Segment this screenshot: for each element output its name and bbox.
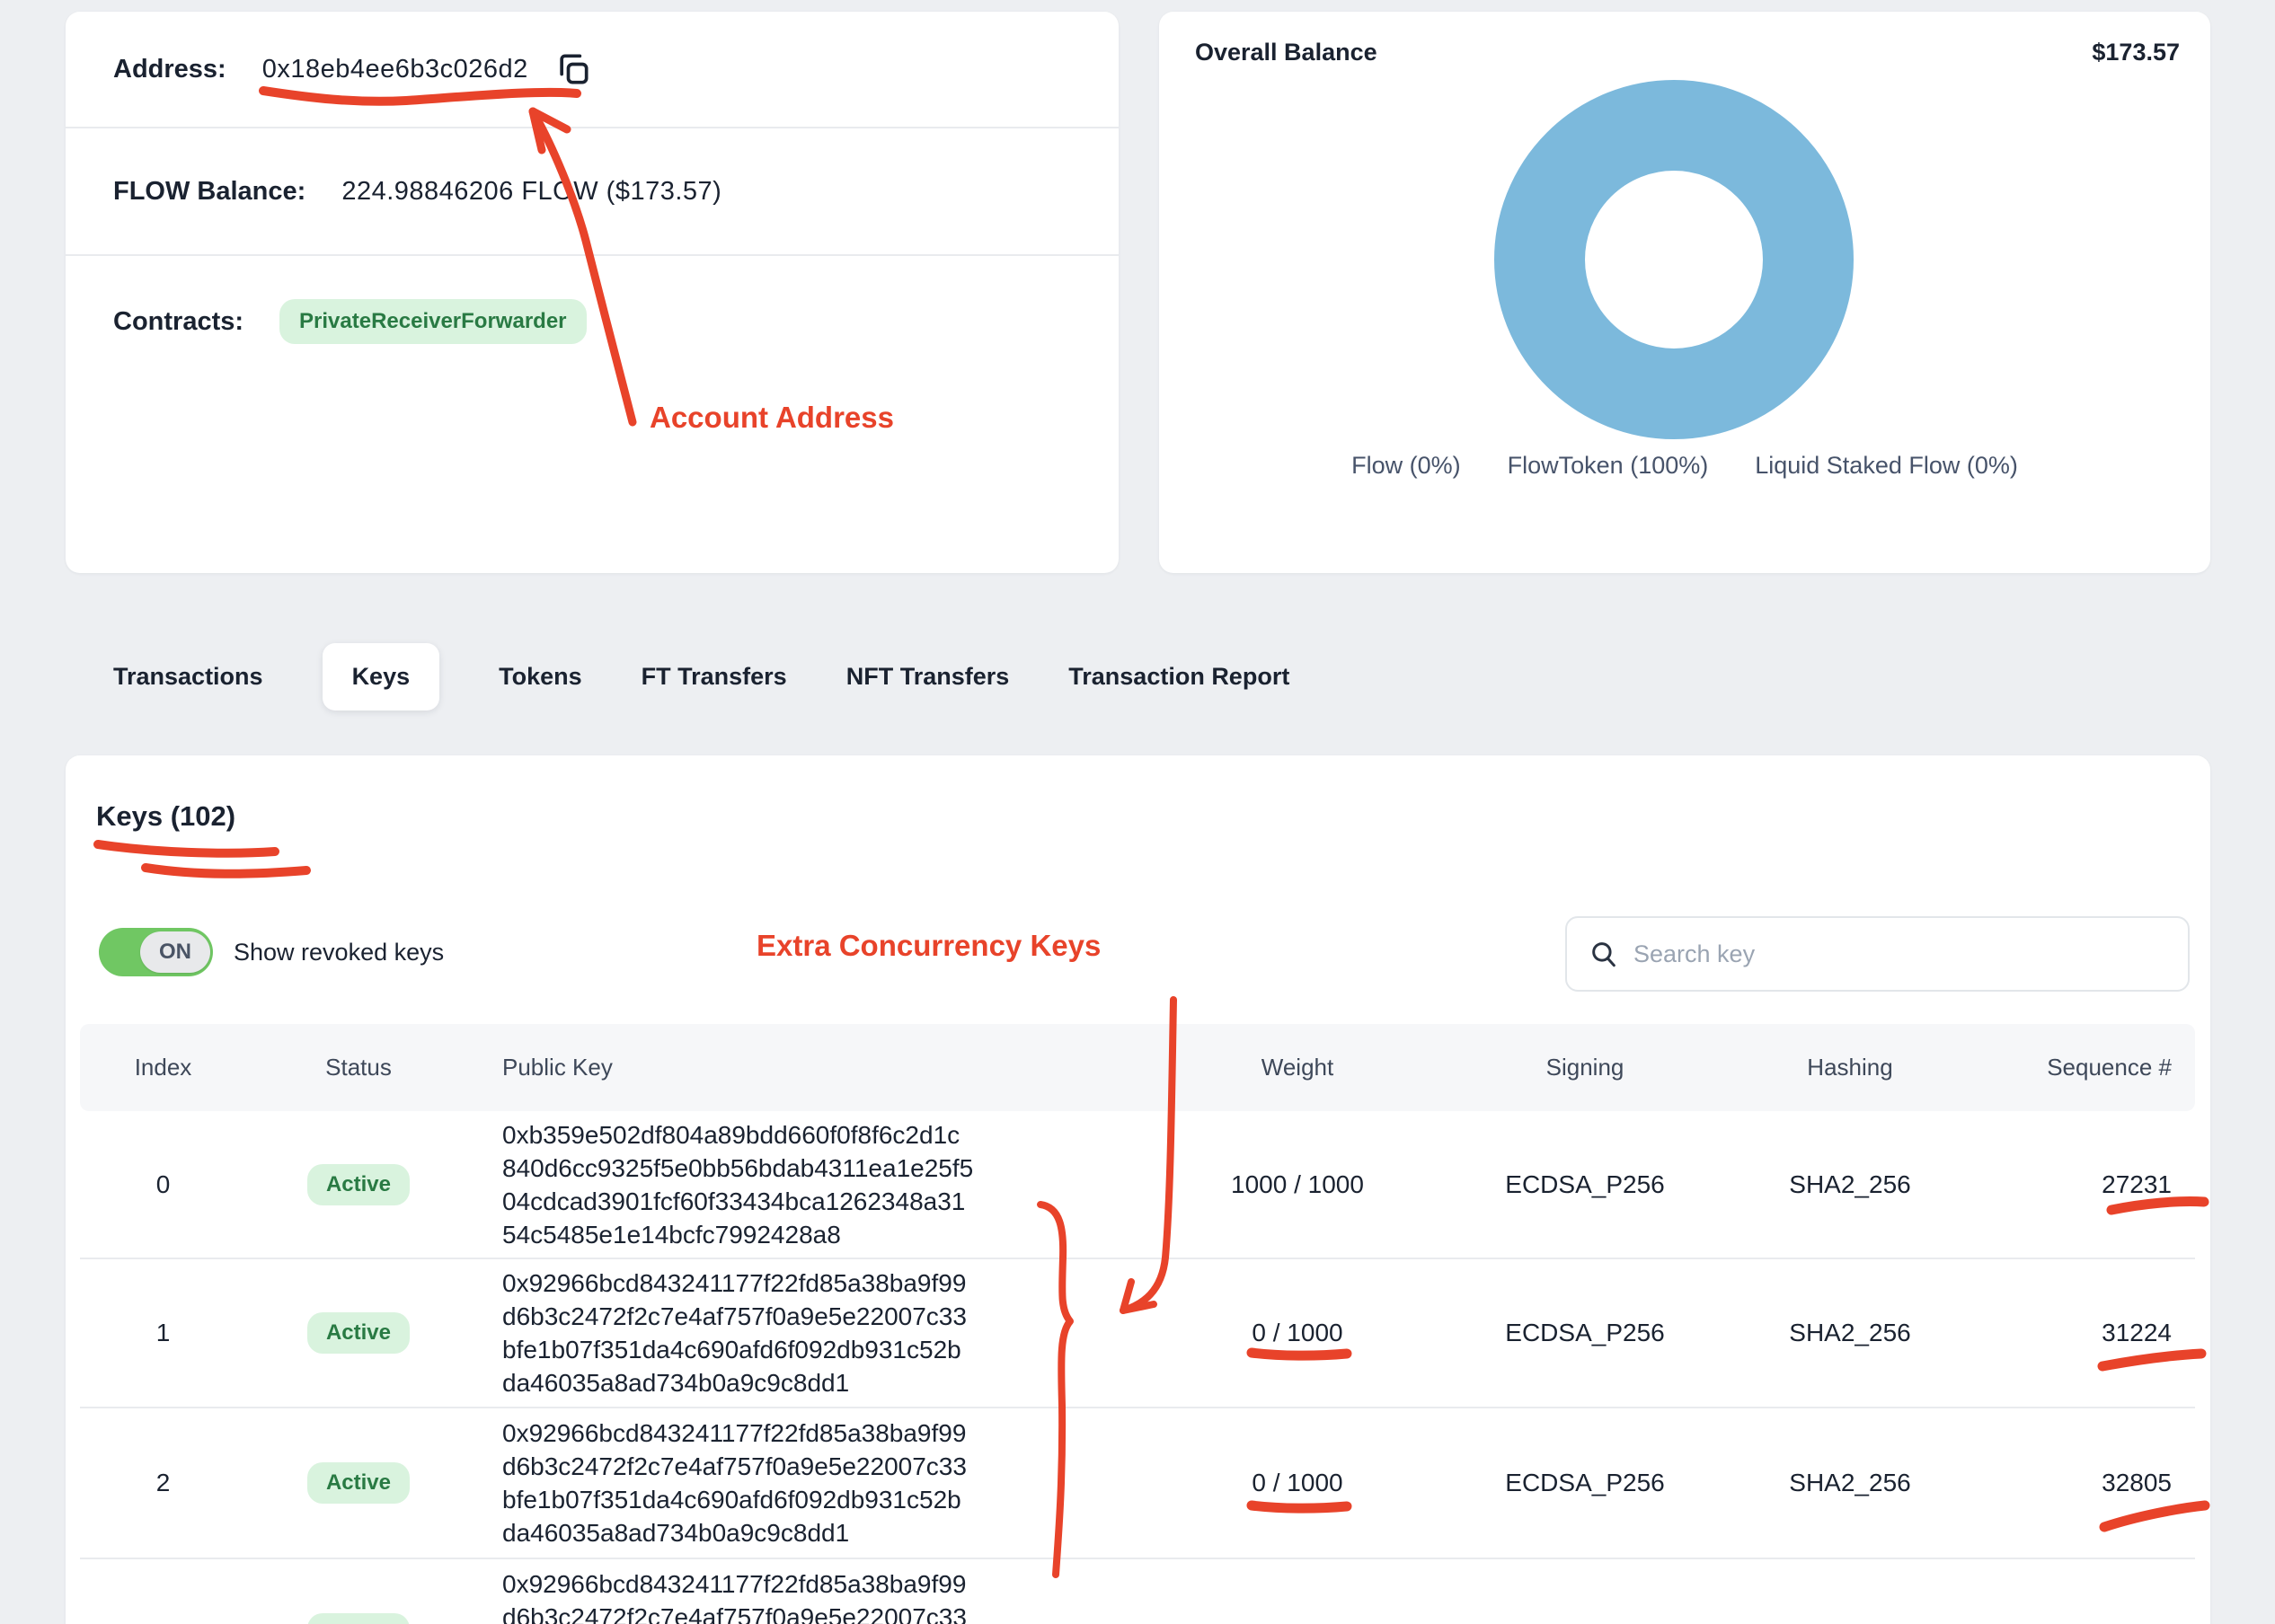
key-row-2: 2 Active 0x92966bcd843241177f22fd85a38ba… (80, 1408, 2195, 1559)
key-status: Active (246, 1312, 471, 1354)
header-index: Index (80, 1054, 246, 1081)
overall-balance-title: Overall Balance (1195, 39, 1377, 66)
keys-panel-title: Keys (102) (96, 800, 235, 833)
key-signing: ECDSA_P256 (1432, 1170, 1738, 1199)
toggle-knob[interactable]: ON (140, 931, 210, 973)
key-status: Active (246, 1164, 471, 1205)
show-revoked-keys-toggle[interactable]: ON (99, 928, 213, 976)
copy-address-icon[interactable] (553, 49, 593, 90)
header-hashing: Hashing (1738, 1054, 1962, 1081)
key-status: Active (246, 1462, 471, 1504)
balance-donut-chart (1494, 80, 1854, 439)
legend-item-flowtoken: FlowToken (100%) (1508, 452, 1709, 480)
key-index: 0 (80, 1170, 246, 1199)
tab-keys[interactable]: Keys (323, 643, 440, 710)
header-signing: Signing (1432, 1054, 1738, 1081)
public-key: 0x92966bcd843241177f22fd85a38ba9f99d6b3c… (471, 1567, 1163, 1624)
key-weight: 0 / 1000 (1163, 1469, 1432, 1497)
tab-tokens[interactable]: Tokens (499, 663, 582, 691)
key-row-1: 1 Active 0x92966bcd843241177f22fd85a38ba… (80, 1259, 2195, 1408)
legend-item-flow: Flow (0%) (1351, 452, 1461, 480)
key-weight: 1000 / 1000 (1163, 1170, 1432, 1199)
key-index: 2 (80, 1469, 246, 1497)
flow-balance-value: 224.98846206 FLOW ($173.57) (341, 177, 721, 207)
key-index: 1 (80, 1319, 246, 1347)
key-sequence: 33412 (1962, 1620, 2172, 1624)
keys-panel: Keys (102) ON Show revoked keys Index St… (66, 755, 2210, 1624)
key-signing: ECDSA_P256 (1432, 1620, 1738, 1624)
header-status: Status (246, 1054, 471, 1081)
account-tabs: Transactions Keys Tokens FT Transfers NF… (113, 631, 1289, 721)
contract-badge[interactable]: PrivateReceiverForwarder (279, 299, 587, 344)
public-key: 0x92966bcd843241177f22fd85a38ba9f99d6b3c… (471, 1417, 1163, 1549)
key-sequence: 27231 (1962, 1170, 2172, 1199)
status-badge: Active (307, 1312, 410, 1354)
key-sequence: 31224 (1962, 1319, 2172, 1347)
donut-legend: Flow (0%) FlowToken (100%) Liquid Staked… (1159, 452, 2210, 480)
overall-balance-amount: $173.57 (2092, 39, 2180, 66)
flow-balance-row: FLOW Balance: 224.98846206 FLOW ($173.57… (66, 128, 1119, 256)
header-sequence: Sequence # (1962, 1054, 2172, 1081)
tab-ft-transfers[interactable]: FT Transfers (642, 663, 787, 691)
key-weight: 0 / 1000 (1163, 1620, 1432, 1624)
key-sequence: 32805 (1962, 1469, 2172, 1497)
flow-account-page: { "account_card": { "address_label": "Ad… (0, 0, 2275, 1624)
address-label: Address: (113, 55, 226, 84)
search-key-box[interactable] (1565, 916, 2190, 992)
tab-nft-transfers[interactable]: NFT Transfers (846, 663, 1010, 691)
overall-balance-card: Overall Balance $173.57 Flow (0%) FlowTo… (1159, 12, 2210, 573)
search-key-input[interactable] (1633, 940, 2137, 968)
key-hashing: SHA2_256 (1738, 1620, 1962, 1624)
status-badge: Active (307, 1613, 410, 1624)
key-index: 3 (80, 1620, 246, 1624)
header-public-key: Public Key (471, 1054, 1163, 1081)
tab-transaction-report[interactable]: Transaction Report (1068, 663, 1289, 691)
contracts-row: Contracts: PrivateReceiverForwarder (66, 256, 1119, 355)
key-signing: ECDSA_P256 (1432, 1319, 1738, 1347)
key-hashing: SHA2_256 (1738, 1469, 1962, 1497)
status-badge: Active (307, 1462, 410, 1504)
key-hashing: SHA2_256 (1738, 1319, 1962, 1347)
annotation-extra-keys-label: Extra Concurrency Keys (757, 929, 1101, 963)
header-weight: Weight (1163, 1054, 1432, 1081)
address-row: Address: 0x18eb4ee6b3c026d2 (66, 12, 1119, 128)
key-status: Active (246, 1613, 471, 1624)
key-row-0: 0 Active 0xb359e502df804a89bdd660f0f8f6c… (80, 1111, 2195, 1259)
flow-balance-label: FLOW Balance: (113, 177, 305, 207)
annotation-account-address-label: Account Address (650, 401, 894, 435)
keys-table-header: Index Status Public Key Weight Signing H… (80, 1024, 2195, 1111)
key-hashing: SHA2_256 (1738, 1170, 1962, 1199)
public-key: 0x92966bcd843241177f22fd85a38ba9f99d6b3c… (471, 1267, 1163, 1399)
public-key: 0xb359e502df804a89bdd660f0f8f6c2d1c840d6… (471, 1118, 1163, 1251)
legend-item-liquid-staked: Liquid Staked Flow (0%) (1755, 452, 2018, 480)
show-revoked-keys-label: Show revoked keys (234, 939, 444, 966)
key-row-3: 3 Active 0x92966bcd843241177f22fd85a38ba… (80, 1559, 2195, 1624)
address-value: 0x18eb4ee6b3c026d2 (262, 55, 528, 84)
status-badge: Active (307, 1164, 410, 1205)
contracts-label: Contracts: (113, 307, 243, 337)
key-signing: ECDSA_P256 (1432, 1469, 1738, 1497)
tab-transactions[interactable]: Transactions (113, 663, 263, 691)
key-weight: 0 / 1000 (1163, 1319, 1432, 1347)
search-icon (1589, 939, 1619, 969)
account-summary-card: Address: 0x18eb4ee6b3c026d2 FLOW Balance… (66, 12, 1119, 573)
